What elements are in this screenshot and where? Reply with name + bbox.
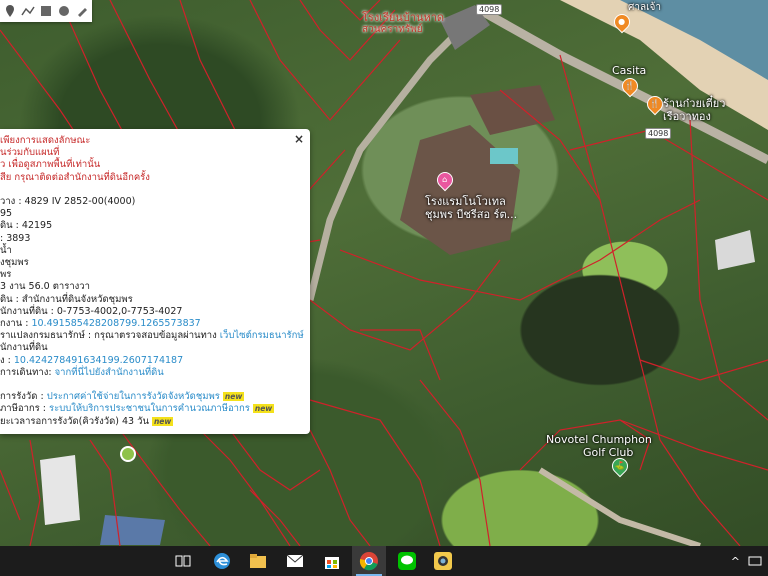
drawing-toolbar (0, 0, 92, 22)
hotel-sublabel: ชุมพร บีชรีสอ ร์ต... (425, 208, 518, 221)
marker-tool-icon[interactable] (3, 4, 17, 19)
popup-line: เพียงการแสดงลักษณะ (0, 135, 91, 146)
popup-line: นักงานที่ดิน : 0-7753-4002,0-7753-4027 (0, 305, 183, 317)
network-icon[interactable] (748, 555, 762, 567)
task-view-icon[interactable] (166, 546, 200, 576)
popup-link[interactable]: ระบบให้บริการประชาชนในการคำนวณภาษีอากร (49, 403, 250, 414)
popup-line: ยะเวลารอการรังวัด(คิวรังวัด) 43 วัน new (0, 415, 174, 427)
popup-line: 3 งาน 56.0 ตารางวา (0, 281, 90, 293)
popup-line: นักงานที่ดิน (0, 342, 48, 354)
system-tray: ^ (731, 546, 762, 576)
popup-line: 95 (0, 208, 13, 220)
pool (490, 148, 518, 164)
edge-icon[interactable] (205, 546, 239, 576)
blue-roof (100, 515, 165, 545)
popup-line: ดิน : 42195 (0, 220, 53, 232)
pen-tool-icon[interactable] (75, 4, 89, 19)
new-badge: new (252, 404, 275, 414)
road-number-badge: 4098 (645, 128, 672, 139)
rectangle-tool-icon[interactable] (39, 4, 53, 19)
chrome-icon[interactable] (352, 546, 386, 576)
polyline-tool-icon[interactable] (21, 4, 35, 19)
line-app-icon[interactable] (390, 546, 424, 576)
parcel-marker-icon[interactable] (120, 446, 136, 462)
resort-roof (470, 85, 555, 135)
house-block (40, 455, 80, 525)
road-number-badge: 4098 (476, 4, 503, 15)
popup-line[interactable]: การรังวัด : ประกาศค่าใช้จ่ายในการรังวัดจ… (0, 391, 245, 403)
popup-line: นร่วมกับแผนที่ (0, 147, 60, 159)
new-badge: new (222, 392, 245, 402)
popup-line[interactable]: ราแปลงกรมธนารักษ์ : กรุณาตรวจสอบข้อมูลผ่… (0, 330, 304, 342)
golf-club-label[interactable]: Novotel Chumphon (546, 433, 652, 446)
popup-line[interactable]: การเดินทาง: จากที่นี่ไปยังสำนักงานที่ดิน (0, 367, 164, 379)
school-sublabel: สวนคราทรัพย์ (362, 24, 423, 35)
camera-app-icon[interactable] (426, 546, 460, 576)
popup-line: กงาน : 10.491585428208799.1265573837 (0, 318, 201, 329)
popup-link[interactable]: ประกาศค่าใช้จ่ายในการรังวัดจังหวัดชุมพร (47, 391, 220, 402)
chevron-up-icon[interactable]: ^ (731, 555, 740, 568)
circle-tool-icon[interactable] (57, 4, 71, 19)
popup-line: น้ำ (0, 244, 12, 256)
noodle-shop-sublabel: เรือวาทอง (663, 110, 711, 123)
popup-line: พร (0, 269, 12, 281)
file-explorer-icon[interactable] (241, 546, 275, 576)
resort-building (400, 125, 520, 255)
popup-line: วาง : 4829 IV 2852-00(4000) (0, 196, 136, 207)
casita-label[interactable]: Casita (612, 64, 646, 77)
popup-line: งชุมพร (0, 257, 29, 268)
close-icon[interactable]: × (294, 132, 304, 146)
popup-line[interactable]: ภาษีอากร : ระบบให้บริการประชาชนในการคำนว… (0, 403, 275, 415)
popup-line: สีย กรุณาติดต่อสำนักงานที่ดินอีกครั้ง (0, 171, 150, 183)
golf-building (715, 230, 755, 270)
shrine-label[interactable]: ศาลเจ้า (628, 0, 661, 15)
popup-link[interactable]: เว็บไซต์กรมธนารักษ์ (220, 330, 304, 341)
golf-path (538, 467, 701, 546)
popup-line: ง : 10.424278491634199.2607174187 (0, 354, 184, 366)
new-badge: new (151, 416, 174, 426)
windows-taskbar: ^ (0, 546, 768, 576)
golf-club-sublabel: Golf Club (583, 446, 634, 459)
popup-line: ดิน : สำนักงานที่ดินจังหวัดชุมพร (0, 293, 133, 305)
popup-line: ว เพื่อดูสภาพพื้นที่เท่านั้น (0, 159, 101, 171)
popup-line: : 3893 (0, 232, 31, 244)
mail-icon[interactable] (278, 546, 312, 576)
store-icon[interactable] (315, 546, 349, 576)
parcel-info-popup: × เพียงการแสดงลักษณะ นร่วมกับแผนที่ว เพื่… (0, 129, 310, 434)
popup-link[interactable]: จากที่นี่ไปยังสำนักงานที่ดิน (55, 367, 164, 378)
